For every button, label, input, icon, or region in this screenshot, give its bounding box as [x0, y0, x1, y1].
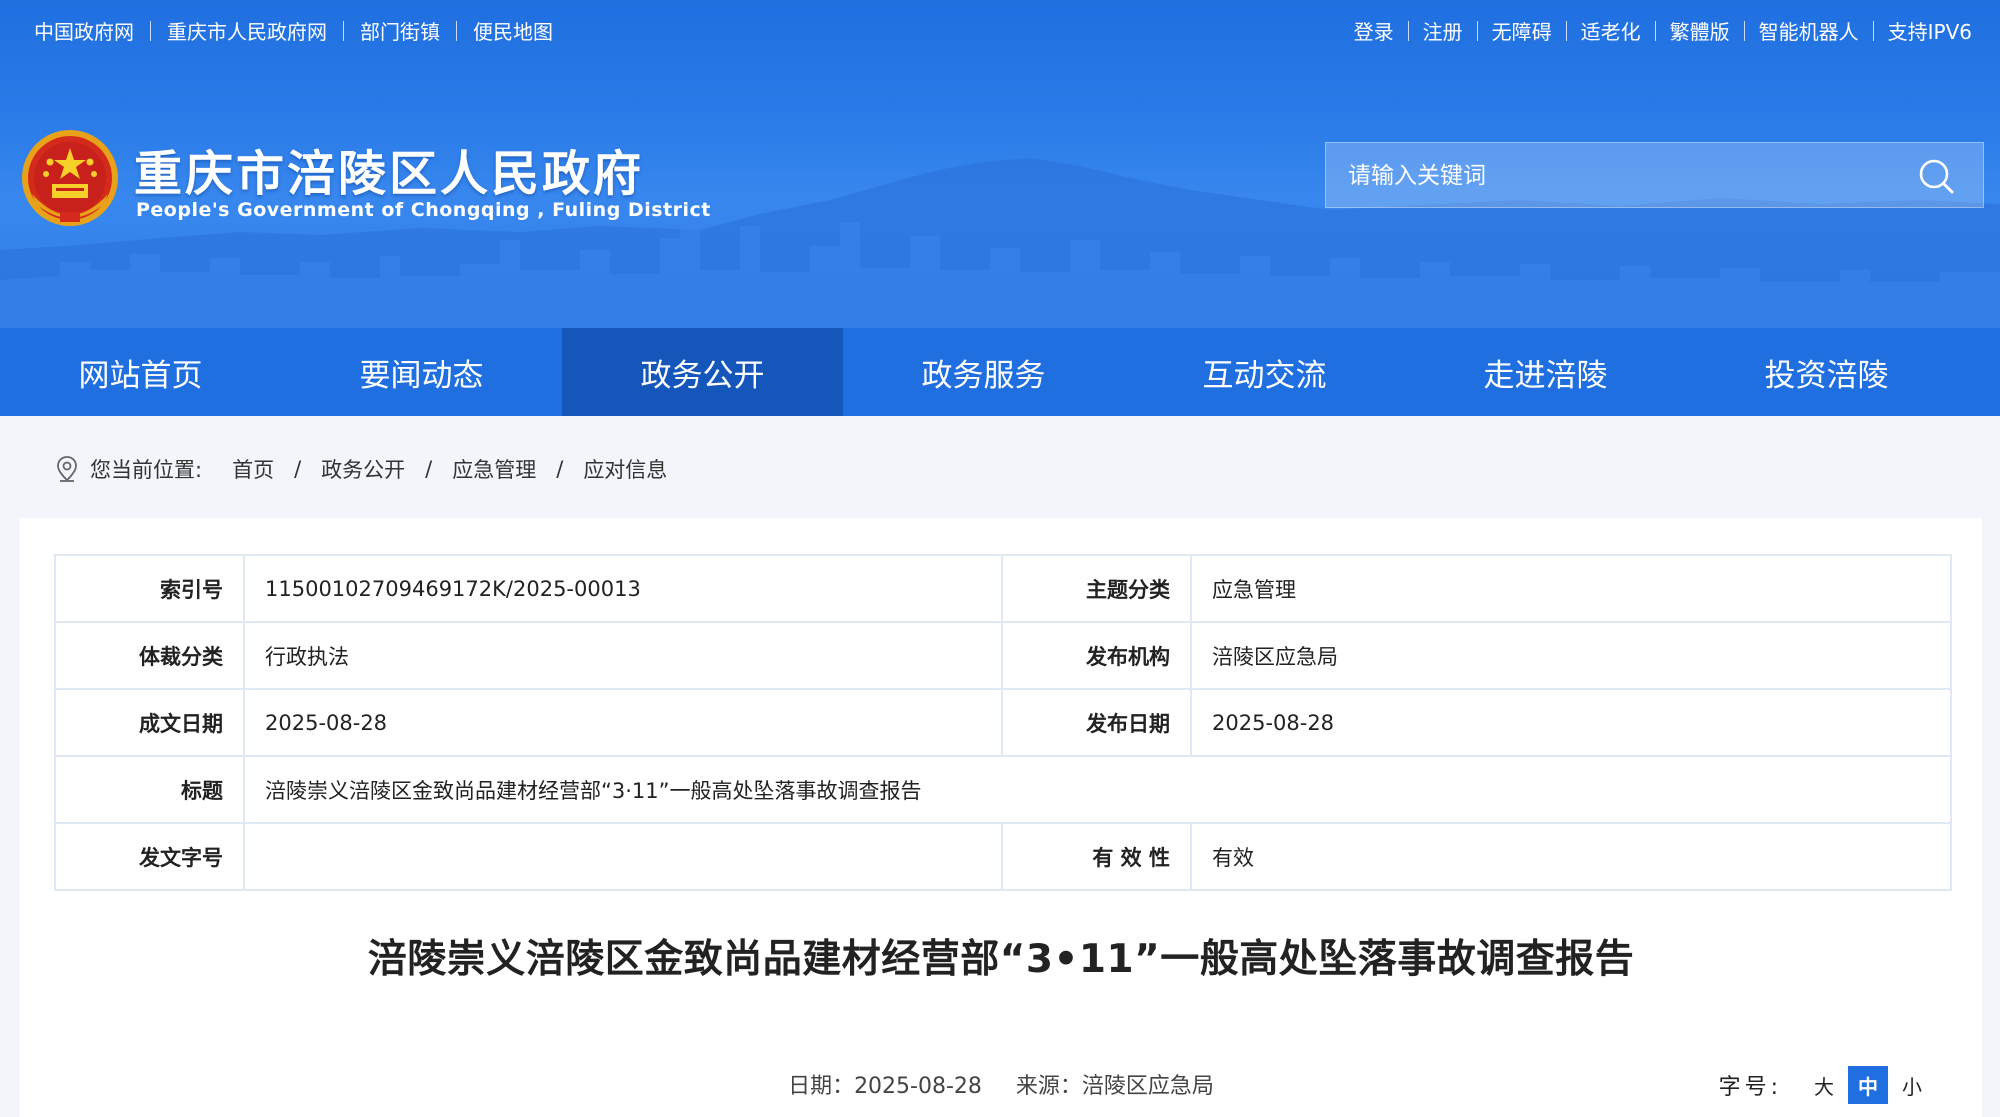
- table-row: 标题 涪陵崇义涪陵区金致尚品建材经营部“3·11”一般高处坠落事故调查报告: [54, 755, 1952, 824]
- topbar-divider: [456, 20, 457, 41]
- nav-item-investment[interactable]: 投资涪陵: [1686, 328, 1967, 416]
- nav-item-news[interactable]: 要闻动态: [281, 328, 562, 416]
- publish-date-value: 2025-08-28: [1190, 688, 1952, 757]
- validity-value: 有效: [1190, 822, 1952, 891]
- font-size-medium-button[interactable]: 中: [1848, 1066, 1888, 1104]
- index-number-value: 11500102709469172K/2025-00013: [243, 554, 1003, 623]
- genre-label: 体裁分类: [54, 621, 245, 690]
- topbar-divider: [1872, 20, 1874, 41]
- register-link[interactable]: 注册: [1423, 16, 1463, 45]
- login-link[interactable]: 登录: [1354, 16, 1394, 45]
- topbar-divider: [1565, 20, 1567, 41]
- validity-label: 有 效 性: [1001, 822, 1192, 891]
- topbar-divider: [1476, 20, 1478, 41]
- search-input[interactable]: [1346, 143, 1910, 209]
- topbar-divider: [1654, 20, 1656, 41]
- breadcrumb-item-response-info[interactable]: 应对信息: [583, 454, 667, 484]
- breadcrumb-separator: /: [556, 457, 564, 481]
- breadcrumb: 您当前位置: 首页 / 政务公开 / 应急管理 / 应对信息: [54, 454, 667, 484]
- font-size-label: 字号:: [1718, 1075, 1782, 1100]
- content-panel: 索引号 11500102709469172K/2025-00013 主题分类 应…: [20, 518, 1982, 1117]
- topbar-divider: [150, 20, 151, 41]
- accessibility-link[interactable]: 无障碍: [1492, 16, 1552, 45]
- article-date: 日期：2025-08-28: [788, 1074, 982, 1099]
- nav-item-government-affairs[interactable]: 政务公开: [562, 328, 843, 416]
- font-size-control: 字号: 大 中 小: [1719, 1066, 1932, 1104]
- national-emblem-icon: [22, 130, 118, 226]
- topbar-link-departments[interactable]: 部门街镇: [360, 16, 440, 45]
- topic-value: 应急管理: [1190, 554, 1952, 623]
- site-title: 重庆市涪陵区人民政府: [134, 146, 645, 202]
- topbar-link-map[interactable]: 便民地图: [473, 16, 553, 45]
- breadcrumb-separator: /: [294, 457, 302, 481]
- title-value: 涪陵崇义涪陵区金致尚品建材经营部“3·11”一般高处坠落事故调查报告: [243, 755, 1952, 824]
- table-row: 体裁分类 行政执法 发布机构 涪陵区应急局: [54, 621, 1952, 690]
- table-row: 成文日期 2025-08-28 发布日期 2025-08-28: [54, 688, 1952, 757]
- breadcrumb-prefix: 您当前位置:: [90, 458, 203, 482]
- topbar-right-links: 登录 注册 无障碍 适老化 繁體版 智能机器人 支持IPV6: [1354, 16, 1972, 45]
- topbar-divider: [1743, 20, 1745, 41]
- font-size-large-button[interactable]: 大: [1804, 1066, 1844, 1104]
- breadcrumb-item-government-affairs[interactable]: 政务公开: [321, 454, 405, 484]
- breadcrumb-item-home[interactable]: 首页: [232, 454, 274, 484]
- elderly-mode-link[interactable]: 适老化: [1581, 16, 1641, 45]
- publisher-value: 涪陵区应急局: [1190, 621, 1952, 690]
- title-label: 标题: [54, 755, 245, 824]
- index-number-label: 索引号: [54, 554, 245, 623]
- written-date-label: 成文日期: [54, 688, 245, 757]
- doc-number-label: 发文字号: [54, 822, 245, 891]
- table-row: 发文字号 有 效 性 有效: [54, 822, 1952, 891]
- ipv6-link[interactable]: 支持IPV6: [1888, 16, 1972, 45]
- publisher-label: 发布机构: [1001, 621, 1192, 690]
- font-size-small-button[interactable]: 小: [1892, 1066, 1932, 1104]
- traditional-chinese-link[interactable]: 繁體版: [1670, 16, 1730, 45]
- publish-date-label: 发布日期: [1001, 688, 1192, 757]
- document-meta-table: 索引号 11500102709469172K/2025-00013 主题分类 应…: [54, 554, 1952, 891]
- topbar-link-gov-cn[interactable]: 中国政府网: [34, 16, 134, 45]
- site-subtitle: People's Government of Chongqing , Fulin…: [136, 199, 711, 221]
- topic-label: 主题分类: [1001, 554, 1192, 623]
- article-meta: 日期：2025-08-28 来源：涪陵区应急局: [20, 1068, 1982, 1100]
- nav-item-about-fuling[interactable]: 走进涪陵: [1405, 328, 1686, 416]
- doc-number-value: [243, 822, 1003, 891]
- main-nav: 网站首页 要闻动态 政务公开 政务服务 互动交流 走进涪陵 投资涪陵: [0, 328, 2000, 416]
- nav-item-services[interactable]: 政务服务: [843, 328, 1124, 416]
- topbar-divider: [1407, 20, 1409, 41]
- written-date-value: 2025-08-28: [243, 688, 1003, 757]
- topbar-divider: [343, 20, 344, 41]
- topbar-left-links: 中国政府网 重庆市人民政府网 部门街镇 便民地图: [34, 16, 553, 45]
- nav-item-interaction[interactable]: 互动交流: [1124, 328, 1405, 416]
- nav-item-home[interactable]: 网站首页: [0, 328, 281, 416]
- breadcrumb-separator: /: [425, 457, 433, 481]
- chatbot-link[interactable]: 智能机器人: [1759, 16, 1859, 45]
- search-icon[interactable]: [1917, 157, 1955, 195]
- table-row: 索引号 11500102709469172K/2025-00013 主题分类 应…: [54, 554, 1952, 623]
- topbar-link-cq-gov[interactable]: 重庆市人民政府网: [167, 16, 327, 45]
- article-source: 来源：涪陵区应急局: [1015, 1074, 1214, 1099]
- site-header: 中国政府网 重庆市人民政府网 部门街镇 便民地图 登录 注册 无障碍 适老化 繁…: [0, 0, 2000, 328]
- genre-value: 行政执法: [243, 621, 1003, 690]
- search-box: [1325, 142, 1984, 209]
- breadcrumb-item-emergency-management[interactable]: 应急管理: [452, 454, 536, 484]
- location-pin-icon: [57, 456, 77, 482]
- article-title: 涪陵崇义涪陵区金致尚品建材经营部“3•11”一般高处坠落事故调查报告: [367, 937, 1635, 982]
